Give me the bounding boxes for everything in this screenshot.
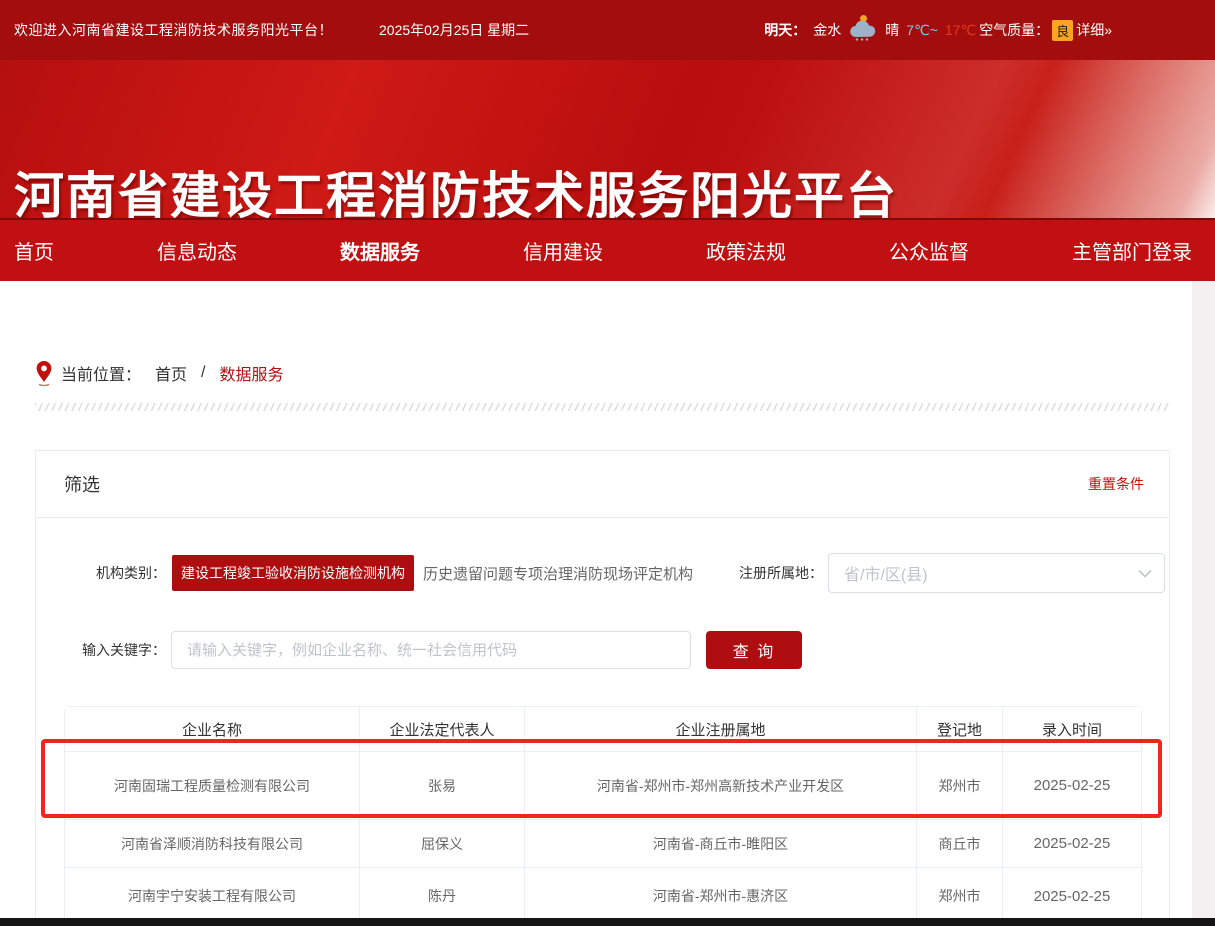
filter-panel-header: 筛选 重置条件 <box>36 451 1169 518</box>
breadcrumb-label: 当前位置： <box>61 361 141 385</box>
keyword-input[interactable] <box>171 631 691 669</box>
column-header: 企业名称 <box>65 707 360 752</box>
nav-item-data-service[interactable]: 数据服务 <box>340 236 523 265</box>
table-cell: 2025-02-25 <box>1003 868 1141 924</box>
table-cell: 河南省泽顺消防科技有限公司 <box>65 820 360 868</box>
location-pin-icon <box>35 360 53 386</box>
filter-title: 筛选 <box>64 471 100 497</box>
reset-filters-link[interactable]: 重置条件 <box>1088 474 1144 494</box>
footer-edge <box>0 918 1215 926</box>
site-title: 河南省建设工程消防技术服务阳光平台 <box>14 156 898 218</box>
weather-detail-link[interactable]: 详细» <box>1076 20 1112 40</box>
filter-panel: 筛选 重置条件 机构类别： 建设工程竣工验收消防设施检测机构历史遗留问题专项治理… <box>35 450 1170 926</box>
cloud-icon <box>848 18 878 42</box>
region-select-placeholder: 省/市/区(县) <box>844 561 928 585</box>
table-cell: 陈丹 <box>360 868 525 924</box>
table-cell: 河南省-郑州市-郑州高新技术产业开发区 <box>525 752 917 820</box>
table-cell: 河南省-商丘市-睢阳区 <box>525 820 917 868</box>
temp-low: 7℃~ <box>906 22 938 39</box>
table-cell: 郑州市 <box>917 752 1003 820</box>
weather-widget: 明天： 金水 晴 7℃~ 17℃ 空气质量： 良 详细» <box>764 18 1112 42</box>
table-cell: 2025-02-25 <box>1003 820 1141 868</box>
region-label: 注册所属地： <box>735 563 823 583</box>
nav-item-home[interactable]: 首页 <box>14 236 157 265</box>
nav-item-supervision[interactable]: 公众监督 <box>889 236 1072 265</box>
keyword-label: 输入关键字： <box>36 640 166 660</box>
top-info-bar: 欢迎进入河南省建设工程消防技术服务阳光平台！ 2025年02月25日 星期二 明… <box>0 0 1215 60</box>
table-row: 河南宇宁安装工程有限公司陈丹河南省-郑州市-惠济区郑州市2025-02-25 <box>65 868 1141 924</box>
air-quality-badge: 良 <box>1052 20 1073 41</box>
weather-condition: 晴 <box>885 20 899 40</box>
scrollbar[interactable] <box>1192 281 1215 918</box>
nav-item-news[interactable]: 信息动态 <box>157 236 340 265</box>
date-text: 2025年02月25日 星期二 <box>379 20 529 40</box>
air-quality-label: 空气质量： <box>979 20 1049 40</box>
keyword-filter-row: 输入关键字： 查 询 <box>36 631 1169 669</box>
breadcrumb-current: 数据服务 <box>219 361 283 385</box>
main-nav: 首页信息动态数据服务信用建设政策法规公众监督主管部门登录 <box>0 218 1215 281</box>
column-header: 录入时间 <box>1003 707 1141 752</box>
temp-high: 17℃ <box>945 22 976 39</box>
nav-item-credit[interactable]: 信用建设 <box>523 236 706 265</box>
breadcrumb: 当前位置： 首页 / 数据服务 <box>35 360 284 386</box>
table-row: 河南固瑞工程质量检测有限公司张易河南省-郑州市-郑州高新技术产业开发区郑州市20… <box>65 752 1141 820</box>
site-banner: 河南省建设工程消防技术服务阳光平台 <box>0 60 1215 218</box>
companies-table: 企业名称企业法定代表人企业注册属地登记地录入时间 河南固瑞工程质量检测有限公司张… <box>64 706 1142 925</box>
chevron-down-icon <box>1138 569 1152 578</box>
table-row: 河南省泽顺消防科技有限公司屈保义河南省-商丘市-睢阳区商丘市2025-02-25 <box>65 820 1141 868</box>
table-cell: 河南省-郑州市-惠济区 <box>525 868 917 924</box>
table-cell: 2025-02-25 <box>1003 752 1141 820</box>
breadcrumb-home[interactable]: 首页 <box>155 361 187 385</box>
nav-item-policy[interactable]: 政策法规 <box>706 236 889 265</box>
welcome-text: 欢迎进入河南省建设工程消防技术服务阳光平台！ <box>14 20 333 40</box>
column-header: 登记地 <box>917 707 1003 752</box>
page: 欢迎进入河南省建设工程消防技术服务阳光平台！ 2025年02月25日 星期二 明… <box>0 0 1215 926</box>
weather-tomorrow-label: 明天： <box>764 20 806 40</box>
weather-district: 金水 <box>813 20 841 40</box>
table-cell: 河南固瑞工程质量检测有限公司 <box>65 752 360 820</box>
category-label: 机构类别： <box>36 563 166 583</box>
search-button[interactable]: 查 询 <box>706 631 802 669</box>
category-option-acceptance-testing[interactable]: 建设工程竣工验收消防设施检测机构 <box>172 555 414 591</box>
category-option-legacy-assessment[interactable]: 历史遗留问题专项治理消防现场评定机构 <box>423 563 693 584</box>
category-filter-row: 机构类别： 建设工程竣工验收消防设施检测机构历史遗留问题专项治理消防现场评定机构… <box>36 553 1169 593</box>
nav-item-admin-login[interactable]: 主管部门登录 <box>1072 236 1192 265</box>
table-cell: 郑州市 <box>917 868 1003 924</box>
column-header: 企业注册属地 <box>525 707 917 752</box>
table-cell: 河南宇宁安装工程有限公司 <box>65 868 360 924</box>
breadcrumb-separator: / <box>201 364 205 382</box>
table-cell: 张易 <box>360 752 525 820</box>
column-header: 企业法定代表人 <box>360 707 525 752</box>
region-select[interactable]: 省/市/区(县) <box>828 553 1165 593</box>
slash-divider <box>35 403 1170 411</box>
table-cell: 商丘市 <box>917 820 1003 868</box>
table-cell: 屈保义 <box>360 820 525 868</box>
